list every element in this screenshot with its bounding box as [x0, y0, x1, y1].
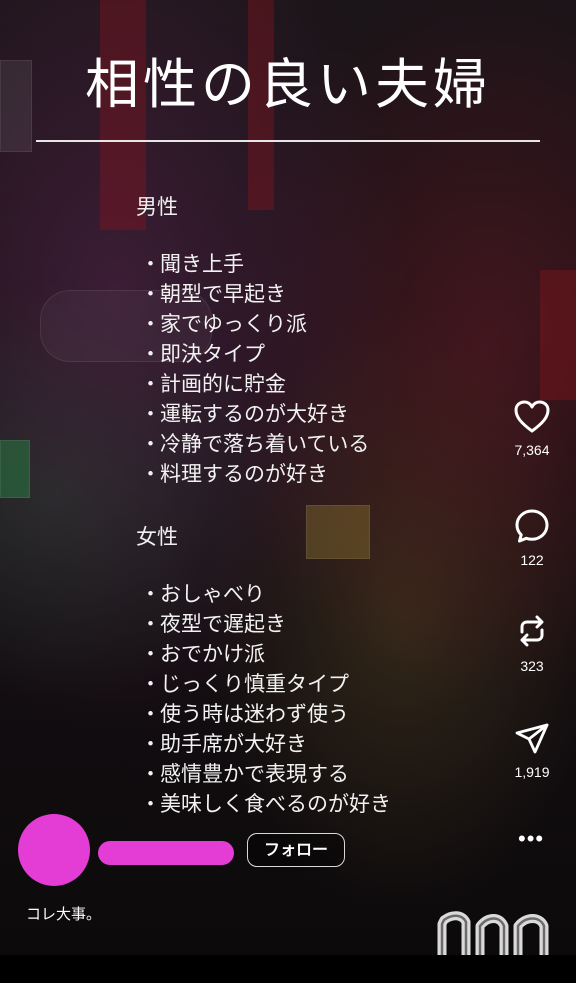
bullet: ・ [140, 642, 161, 666]
bullet: ・ [140, 432, 161, 456]
bullet: ・ [140, 672, 161, 696]
list-item-text: 運転するのが大好き [160, 402, 349, 426]
repost-button[interactable]: 323 [500, 612, 564, 674]
bullet: ・ [140, 342, 161, 366]
comment-icon [515, 509, 549, 543]
list-item: ・計画的に貯金 [140, 369, 369, 399]
follow-button[interactable]: フォロー [247, 833, 345, 867]
avatar[interactable] [18, 814, 90, 886]
list-item-text: じっくり慎重タイプ [160, 672, 349, 696]
bullet: ・ [140, 762, 161, 786]
list-item-text: 使う時は迷わず使う [160, 702, 349, 726]
list-item: ・じっくり慎重タイプ [140, 669, 391, 699]
bullet: ・ [140, 372, 161, 396]
repost-icon [520, 615, 544, 647]
background-neon [540, 270, 576, 400]
list-item-text: 美味しく食べるのが好き [160, 792, 391, 816]
bottom-bar [0, 955, 576, 983]
post-caption: コレ大事。 [26, 905, 102, 923]
comment-button[interactable]: 122 [500, 508, 564, 568]
background-sign [306, 505, 370, 559]
list-item: ・家でゆっくり派 [140, 309, 369, 339]
list-item: ・夜型で遅起き [140, 609, 391, 639]
section-label-male: 男性 [136, 195, 178, 219]
list-item: ・運転するのが大好き [140, 399, 369, 429]
bullet: ・ [140, 732, 161, 756]
list-item-text: 冷静で落ち着いている [160, 432, 370, 456]
section-label-female: 女性 [136, 525, 178, 549]
list-item-text: 夜型で遅起き [160, 612, 286, 636]
bullet: ・ [140, 462, 161, 486]
list-item-text: 料理するのが好き [160, 462, 328, 486]
background-sign [0, 440, 30, 498]
list-item: ・即決タイプ [140, 339, 369, 369]
list-item-text: おでかけ派 [160, 642, 265, 666]
list-item-text: 即決タイプ [160, 342, 265, 366]
share-count: 1,919 [514, 764, 550, 780]
bullet: ・ [140, 402, 161, 426]
post-media: 相性の良い夫婦 男性 ・聞き上手 ・朝型で早起き ・家でゆっくり派 ・即決タイプ… [0, 0, 576, 983]
bullet: ・ [140, 702, 161, 726]
list-item-text: 朝型で早起き [160, 282, 286, 306]
list-item: ・助手席が大好き [140, 729, 391, 759]
title-divider [36, 140, 540, 142]
share-button[interactable]: 1,919 [500, 722, 564, 780]
list-item: ・料理するのが好き [140, 459, 369, 489]
username-redacted[interactable] [98, 841, 234, 865]
send-icon [515, 723, 549, 754]
like-count: 7,364 [514, 442, 550, 458]
list-item: ・冷静で落ち着いている [140, 429, 369, 459]
list-item-text: 計画的に貯金 [160, 372, 286, 396]
list-item: ・聞き上手 [140, 249, 369, 279]
list-item: ・感情豊かで表現する [140, 759, 391, 789]
male-traits-list: ・聞き上手 ・朝型で早起き ・家でゆっくり派 ・即決タイプ ・計画的に貯金 ・運… [140, 249, 369, 489]
bullet: ・ [140, 312, 161, 336]
list-item: ・使う時は迷わず使う [140, 699, 391, 729]
like-button[interactable]: 7,364 [500, 400, 564, 458]
post-title: 相性の良い夫婦 [85, 53, 491, 116]
more-icon[interactable]: ••• [518, 826, 544, 852]
bullet: ・ [140, 252, 161, 276]
list-item-text: 家でゆっくり派 [160, 312, 307, 336]
list-item: ・朝型で早起き [140, 279, 369, 309]
bullet: ・ [140, 792, 161, 816]
comment-count: 122 [520, 552, 544, 568]
list-item-text: 聞き上手 [160, 252, 244, 276]
bullet: ・ [140, 582, 161, 606]
list-item: ・美味しく食べるのが好き [140, 789, 391, 819]
list-item-text: おしゃべり [160, 582, 265, 606]
female-traits-list: ・おしゃべり ・夜型で遅起き ・おでかけ派 ・じっくり慎重タイプ ・使う時は迷わ… [140, 579, 391, 819]
list-item: ・おでかけ派 [140, 639, 391, 669]
list-item-text: 助手席が大好き [160, 732, 307, 756]
bullet: ・ [140, 612, 161, 636]
repost-count: 323 [520, 658, 544, 674]
bullet: ・ [140, 282, 161, 306]
list-item: ・おしゃべり [140, 579, 391, 609]
list-item-text: 感情豊かで表現する [160, 762, 349, 786]
heart-icon [514, 400, 550, 433]
